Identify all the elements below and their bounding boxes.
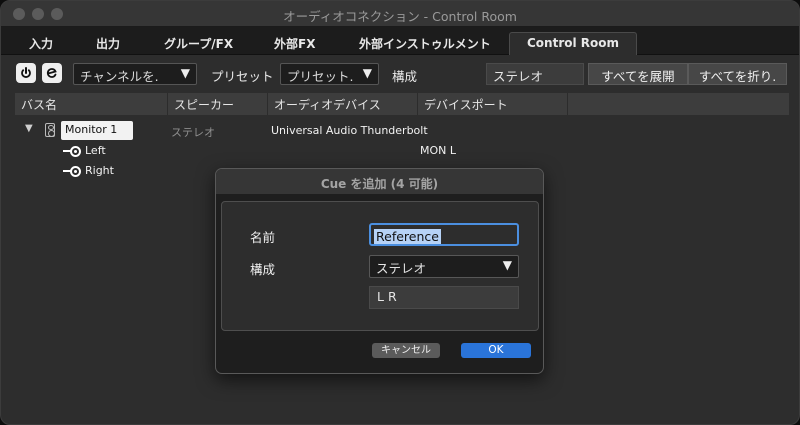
ok-button[interactable]: OK	[461, 343, 531, 358]
name-input[interactable]: Reference	[369, 223, 519, 246]
output-channel-icon	[63, 166, 81, 177]
toolbar: チャンネルを. ▼ プリセット プリセット. ▼ 構成 ステレオ すべてを展開 …	[1, 55, 799, 93]
add-cue-dialog: Cue を追加 (4 可能) 名前 Reference 構成 ステレオ ▼ L …	[215, 168, 544, 374]
tab-inputs[interactable]: 入力	[29, 35, 53, 52]
dialog-title-bar: Cue を追加 (4 可能)	[216, 169, 543, 195]
cancel-button[interactable]: キャンセル	[372, 343, 440, 358]
column-speaker[interactable]: スピーカー	[168, 93, 268, 115]
channel-left-name[interactable]: Left	[85, 144, 106, 157]
name-input-value: Reference	[374, 229, 441, 244]
edit-icon[interactable]	[42, 63, 62, 83]
tab-control-room[interactable]: Control Room	[509, 32, 637, 56]
tab-group-fx[interactable]: グループ/FX	[164, 35, 233, 52]
preset-label: プリセット	[211, 69, 274, 84]
dialog-title: Cue を追加 (4 可能)	[320, 177, 439, 191]
tab-external-instruments[interactable]: 外部インストゥルメント	[359, 35, 491, 52]
output-channel-icon	[63, 146, 81, 157]
tab-external-fx[interactable]: 外部FX	[274, 35, 315, 52]
name-label: 名前	[250, 230, 276, 245]
expand-triangle-icon[interactable]: ▼	[25, 123, 33, 134]
chevron-down-icon: ▼	[180, 66, 190, 80]
configuration-value: ステレオ	[486, 63, 584, 85]
audio-connections-window: オーディオコネクション - Control Room 入力 出力 グループ/FX…	[0, 0, 800, 425]
configuration-select[interactable]: ステレオ ▼	[369, 255, 519, 278]
window-title: オーディオコネクション - Control Room	[283, 9, 517, 24]
channel-layout-field: L R	[369, 286, 519, 309]
speaker-icon	[45, 123, 55, 137]
column-header: バス名 スピーカー オーディオデバイス デバイスポート	[15, 93, 789, 115]
column-audio-device[interactable]: オーディオデバイス	[268, 93, 418, 115]
preset-select-value: プリセット.	[287, 69, 354, 84]
channel-right-name[interactable]: Right	[85, 164, 114, 177]
configuration-label: 構成	[250, 262, 276, 277]
column-bus-name[interactable]: バス名	[15, 93, 168, 115]
monitor-speaker[interactable]: ステレオ	[171, 124, 215, 140]
tab-outputs[interactable]: 出力	[96, 35, 120, 52]
column-device-port[interactable]: デバイスポート	[418, 93, 568, 115]
chevron-down-icon: ▼	[502, 258, 512, 272]
configuration-select-value: ステレオ	[376, 261, 427, 276]
chevron-down-icon: ▼	[362, 66, 372, 80]
monitor-audio-device[interactable]: Universal Audio Thunderbolt	[271, 124, 428, 137]
collapse-all-button[interactable]: すべてを折り.	[688, 63, 787, 85]
channel-select[interactable]: チャンネルを. ▼	[73, 63, 197, 85]
power-icon[interactable]	[16, 63, 36, 83]
channel-select-value: チャンネルを.	[80, 69, 159, 84]
preset-select[interactable]: プリセット. ▼	[280, 63, 379, 85]
tab-bar: 入力 出力 グループ/FX 外部FX 外部インストゥルメント Control R…	[1, 27, 799, 56]
monitor-name[interactable]: Monitor 1	[61, 121, 133, 140]
dialog-panel: 名前 Reference 構成 ステレオ ▼ L R	[221, 201, 539, 331]
title-bar: オーディオコネクション - Control Room	[1, 1, 799, 27]
expand-all-button[interactable]: すべてを展開	[588, 63, 688, 85]
configuration-label: 構成	[392, 69, 418, 84]
channel-left-port[interactable]: MON L	[420, 144, 456, 157]
